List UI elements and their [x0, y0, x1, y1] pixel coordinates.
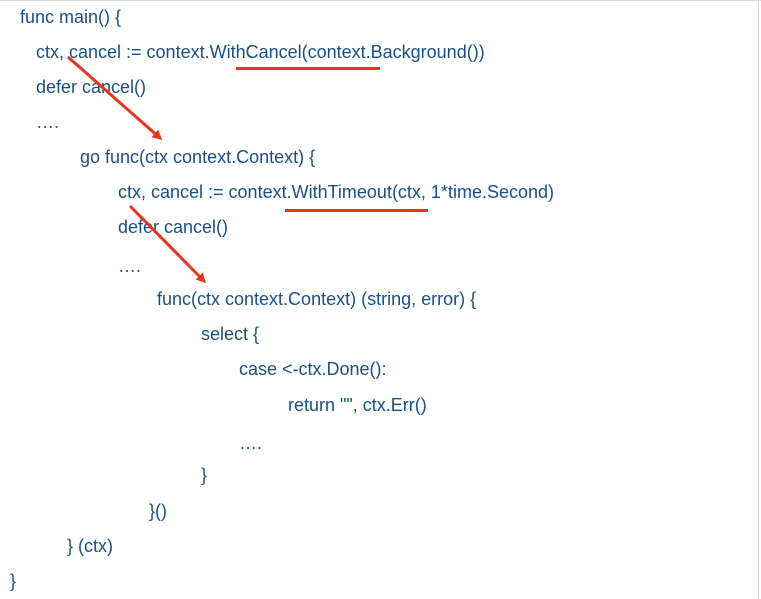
arrow-ctx-to-go-func — [67, 55, 163, 140]
code-diagram: func main() { ctx, cancel := context.Wit… — [0, 0, 761, 599]
arrow-ctx-to-inner-func — [128, 204, 207, 284]
arrow-layer — [67, 55, 207, 284]
